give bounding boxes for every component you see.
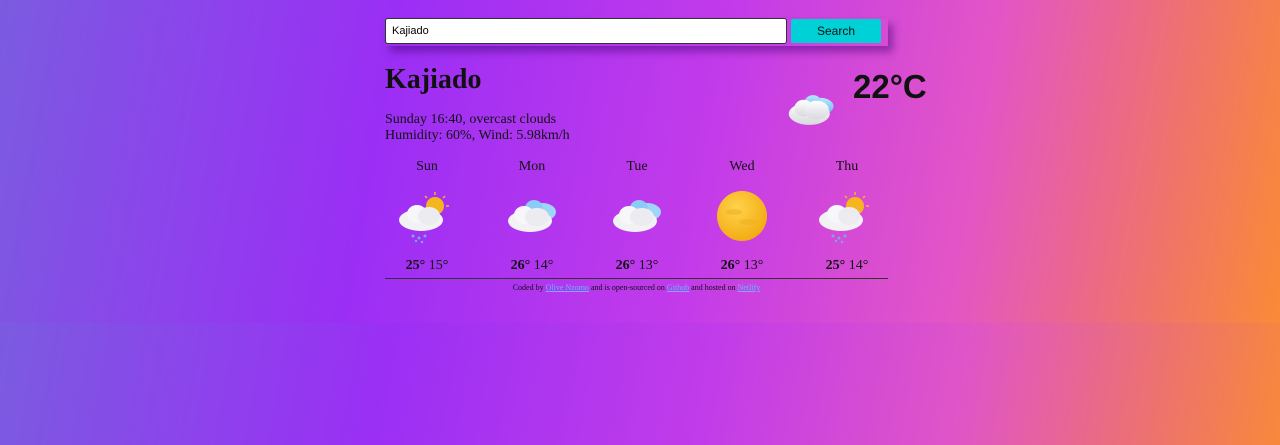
city-name: Kajiado [385, 64, 482, 95]
day-name: Sun [416, 159, 438, 174]
temp-low: 15° [428, 258, 449, 273]
temp-low: 14° [848, 258, 869, 273]
forecast-day: Sun 25° 15° [385, 158, 469, 274]
footer-middle-2: and hosted on [691, 283, 736, 292]
humidity-wind: Humidity: 60%, Wind: 5.98km/h [385, 128, 570, 143]
day-name: Tue [626, 159, 648, 174]
cloud-icon [613, 200, 661, 232]
day-name: Wed [729, 159, 755, 174]
day-temps: 26° 14° [490, 258, 574, 274]
current-temperature: 22°C [853, 68, 927, 105]
forecast-day: Mon 26° 14° [490, 158, 574, 274]
cloud-icon [788, 95, 834, 125]
sun-icon [717, 191, 767, 241]
search-form: Search [385, 18, 888, 46]
footer: Coded by Olive Nzomo and is open-sourced… [385, 278, 888, 292]
day-name: Thu [835, 159, 859, 174]
temp-low: 13° [638, 258, 659, 273]
footer-prefix: Coded by [512, 283, 544, 292]
weather-details: Sunday 16:40, overcast clouds Humidity: … [385, 112, 570, 144]
search-button[interactable]: Search [791, 19, 881, 43]
day-name: Mon [518, 159, 546, 174]
forecast-day: Wed 26° 13° [700, 158, 784, 274]
city-search-input[interactable] [385, 18, 787, 44]
temp-high: 26° [510, 258, 531, 273]
forecast-day: Tue 26° 13° [595, 158, 679, 274]
day-temps: 26° 13° [595, 258, 679, 274]
date-description: Sunday 16:40, overcast clouds [385, 112, 557, 127]
day-temps: 26° 13° [700, 258, 784, 274]
footer-middle: and is open-sourced on [590, 283, 665, 292]
temp-high: 25° [825, 258, 846, 273]
temp-high: 26° [720, 258, 741, 273]
github-link[interactable]: Github [667, 283, 689, 292]
temp-high: 26° [615, 258, 636, 273]
temp-low: 14° [533, 258, 554, 273]
day-temps: 25° 15° [385, 258, 469, 274]
temp-low: 13° [743, 258, 764, 273]
netlify-link[interactable]: Netlify [738, 283, 761, 292]
day-temps: 25° 14° [805, 258, 889, 274]
sun-cloud-rain-icon [819, 192, 869, 244]
temp-high: 25° [405, 258, 426, 273]
author-link[interactable]: Olive Nzomo [546, 283, 589, 292]
cloud-icon [508, 200, 556, 232]
sun-cloud-rain-icon [399, 192, 449, 244]
forecast-day: Thu 25° 14° [805, 158, 889, 274]
forecast-row: Sun 25° 15° Mon 26° 14° Tue 26° 13° Wed … [385, 158, 888, 278]
page-background-lower [0, 323, 1280, 445]
